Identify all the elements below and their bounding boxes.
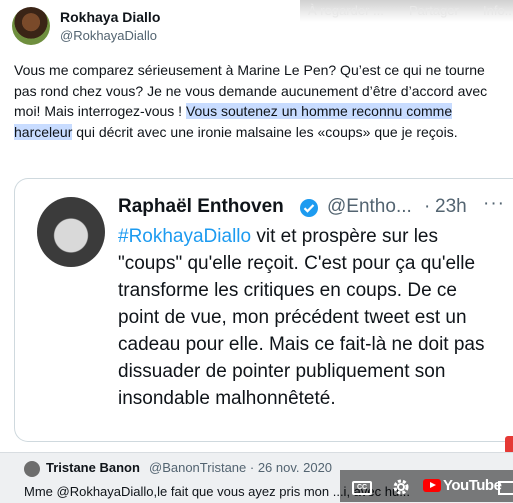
quoted-author-name[interactable]: Raphaël Enthoven <box>118 196 284 218</box>
gear-icon[interactable] <box>391 477 411 497</box>
youtube-logo-icon[interactable] <box>423 479 441 492</box>
tweet-text: Vous me comparez sérieusement à Marine L… <box>14 60 504 142</box>
quoted-avatar[interactable] <box>37 197 105 267</box>
separator-dot: · <box>424 196 431 217</box>
hashtag-link[interactable]: #RokhayaDiallo <box>118 226 251 247</box>
quoted-tweet-text: #RokhayaDiallo vit et prospère sur les "… <box>118 223 503 412</box>
fullscreen-icon[interactable] <box>498 481 513 495</box>
quoted-author-handle[interactable]: @Entho... <box>327 196 412 218</box>
verified-badge-icon <box>300 199 318 217</box>
more-options-icon[interactable]: ··· <box>483 193 505 215</box>
info-button[interactable]: Info... <box>483 3 513 18</box>
avatar[interactable] <box>12 7 50 45</box>
author-handle[interactable]: @RokhayaDiallo <box>60 28 157 43</box>
tweet-text-part: qui décrit avec une ironie malsaine les … <box>72 123 458 140</box>
reply-handle-date: @BanonTristane · 26 nov. 2020 <box>149 460 333 475</box>
subtitles-icon[interactable]: CC <box>352 481 372 495</box>
author-name[interactable]: Rokhaya Diallo <box>60 9 160 25</box>
quoted-tweet[interactable]: Raphaël Enthoven @Entho... · 23h ··· #Ro… <box>14 178 513 442</box>
share-button[interactable]: Partager <box>409 3 459 18</box>
quoted-text-body: vit et prospère sur les "coups" qu'elle … <box>118 226 485 409</box>
watch-later-button[interactable]: À regarder ... <box>308 3 384 18</box>
reply-avatar[interactable] <box>24 461 40 477</box>
tweet-time[interactable]: 23h <box>435 196 467 218</box>
reply-author-name[interactable]: Tristane Banon <box>46 460 140 475</box>
youtube-logo-text[interactable]: YouTube <box>443 477 502 494</box>
